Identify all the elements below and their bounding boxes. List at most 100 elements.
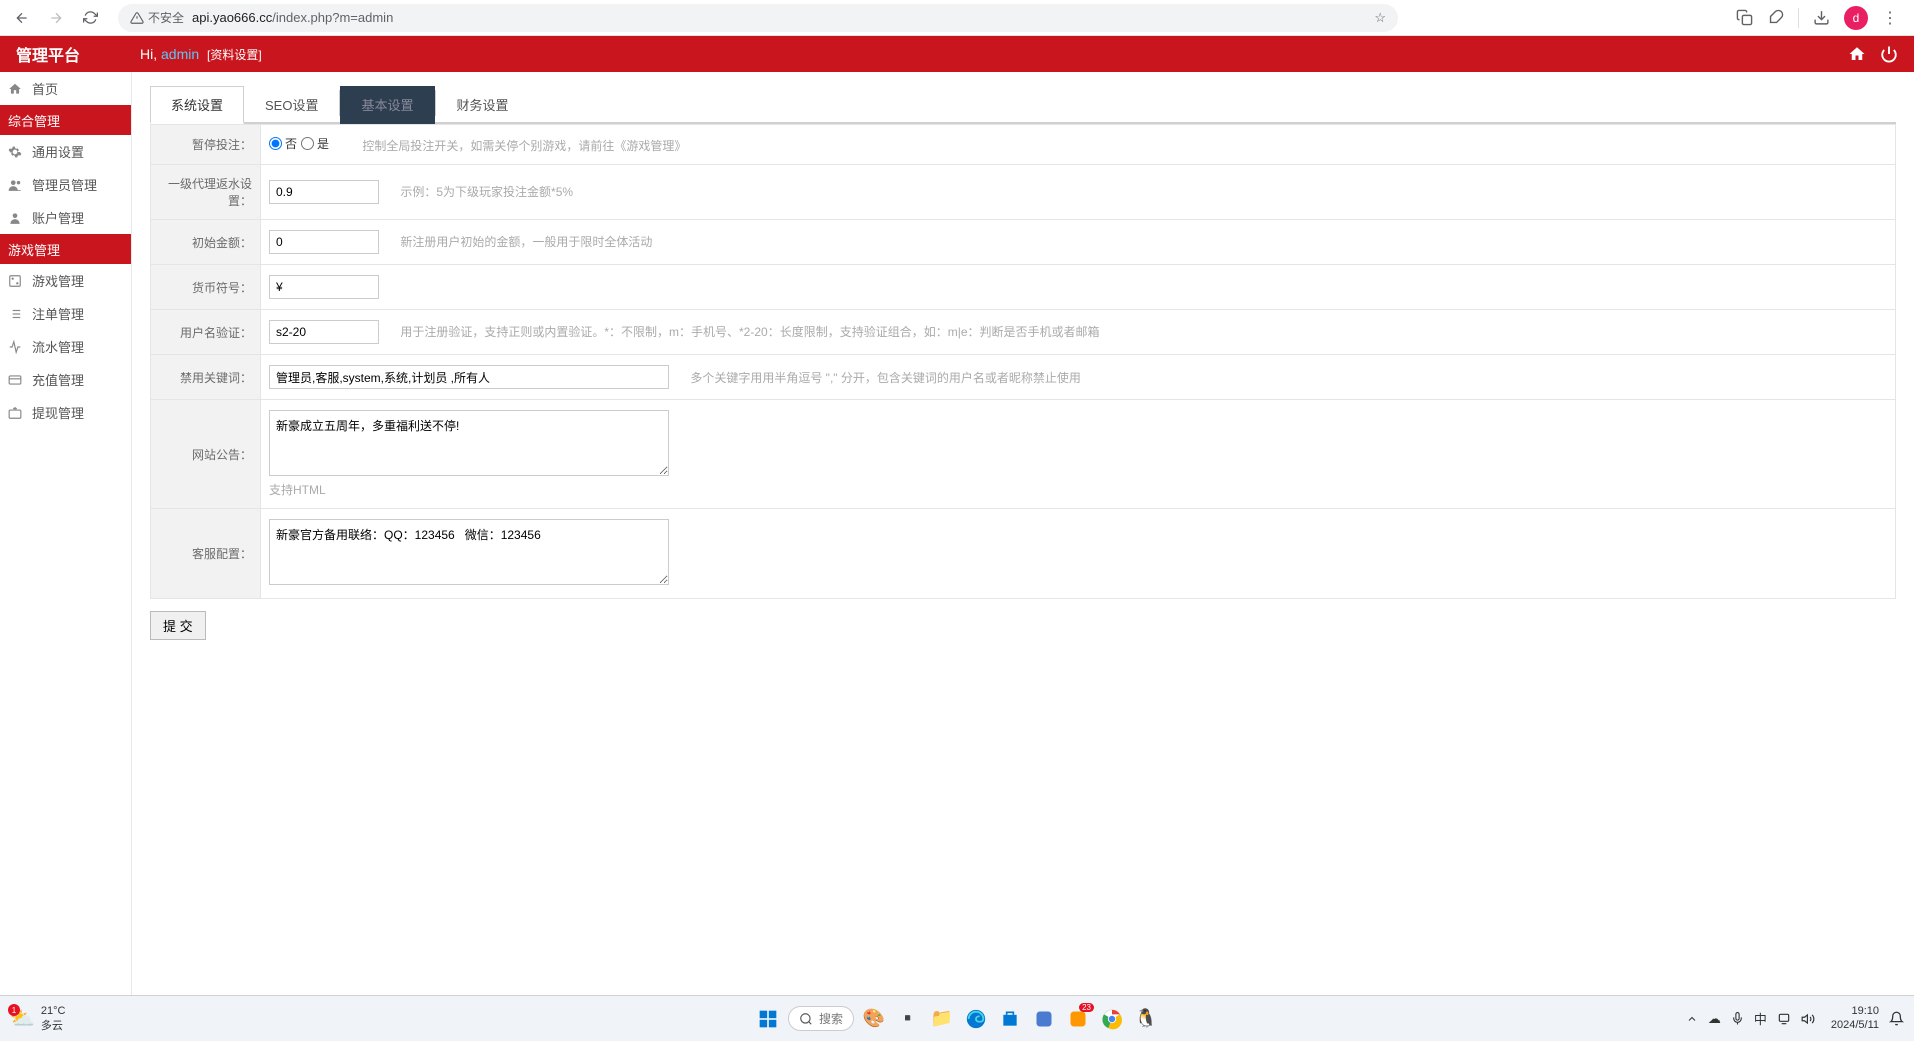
tray-cloud-icon[interactable]: ☁ [1708, 1011, 1721, 1027]
browser-toolbar: 不安全 api.yao666.cc/index.php?m=admin ☆ d … [0, 0, 1914, 36]
sidebar: 首页 综合管理 通用设置 管理员管理 账户管理 游戏管理 [0, 72, 132, 995]
tab-basic-settings[interactable]: 基本设置 [340, 86, 434, 124]
initial-hint: 新注册用户初始的金额，一般用于限时全体活动 [400, 235, 652, 249]
sidebar-item-label: 注单管理 [32, 304, 84, 323]
task-icon-app2[interactable]: 23 [1064, 1005, 1092, 1033]
task-icon-chrome[interactable] [1098, 1005, 1126, 1033]
sidebar-item-game-mgmt[interactable]: 游戏管理 [0, 264, 131, 297]
username-label: 用户名验证： [151, 310, 261, 355]
settings-form: 暂停投注： 否 是 控制全局投注开关，如需关停个别游戏，请前往《游戏管理》 一级… [150, 124, 1896, 599]
url-text: api.yao666.cc/index.php?m=admin [192, 10, 393, 25]
initial-label: 初始金额： [151, 220, 261, 265]
username-validation-input[interactable] [269, 320, 379, 344]
windows-taskbar: ⛅ 21°C 多云 搜索 🎨 ▪️ 📁 23 [0, 995, 1914, 1041]
initial-input[interactable] [269, 230, 379, 254]
tray-chevron-icon[interactable] [1686, 1013, 1698, 1025]
dice-icon [8, 274, 24, 288]
sidebar-item-withdraw-mgmt[interactable]: 提现管理 [0, 396, 131, 429]
power-icon[interactable] [1880, 45, 1898, 63]
sidebar-item-account-mgmt[interactable]: 账户管理 [0, 201, 131, 234]
extensions-icon[interactable] [1767, 9, 1784, 26]
tray-mic-icon[interactable] [1731, 1012, 1744, 1025]
notice-textarea[interactable] [269, 410, 669, 476]
forward-button[interactable] [42, 4, 70, 32]
profile-avatar[interactable]: d [1844, 6, 1868, 30]
weather-widget[interactable]: ⛅ 21°C 多云 [10, 1005, 65, 1033]
currency-input[interactable] [269, 275, 379, 299]
rebate-input[interactable] [269, 180, 379, 204]
gear-icon [8, 145, 24, 159]
taskbar-search[interactable]: 搜索 [788, 1006, 854, 1031]
download-icon[interactable] [1813, 9, 1830, 26]
banned-hint: 多个关键字用用半角逗号 "," 分开，包含关键词的用户名或者昵称禁止使用 [690, 371, 1081, 385]
task-icon-explorer[interactable]: 📁 [928, 1005, 956, 1033]
task-icon-edge[interactable] [962, 1005, 990, 1033]
withdraw-icon [8, 406, 24, 420]
rebate-hint: 示例：5为下级玩家投注金额*5% [400, 185, 573, 199]
username-hint: 用于注册验证，支持正则或内置验证。*：不限制，m：手机号、*2-20：长度限制，… [400, 325, 1099, 339]
task-icon-store[interactable] [996, 1005, 1024, 1033]
service-label: 客服配置： [151, 509, 261, 599]
person-icon [8, 211, 24, 225]
tab-system-settings[interactable]: 系统设置 [150, 86, 244, 124]
task-icon-terminal[interactable]: ▪️ [894, 1005, 922, 1033]
copy-icon[interactable] [1736, 9, 1753, 26]
sidebar-item-flow-mgmt[interactable]: 流水管理 [0, 330, 131, 363]
user-icon [8, 178, 24, 192]
pause-radio-no[interactable]: 否 [269, 135, 297, 152]
app-title: 管理平台 [16, 42, 80, 66]
currency-label: 货币符号： [151, 265, 261, 310]
pause-label: 暂停投注： [151, 125, 261, 165]
sidebar-item-label: 账户管理 [32, 208, 84, 227]
greeting: Hi, admin [资料设置] [140, 46, 262, 63]
sidebar-item-label: 提现管理 [32, 403, 84, 422]
tab-bar: 系统设置 SEO设置 基本设置 财务设置 [150, 84, 1896, 124]
star-icon[interactable]: ☆ [1374, 10, 1386, 26]
sidebar-item-recharge-mgmt[interactable]: 充值管理 [0, 363, 131, 396]
submit-button[interactable]: 提 交 [150, 611, 206, 640]
menu-icon[interactable]: ⋮ [1882, 8, 1898, 28]
content-area: 系统设置 SEO设置 基本设置 财务设置 暂停投注： 否 是 控制全局投注开关，… [132, 72, 1914, 995]
sidebar-item-bet-mgmt[interactable]: 注单管理 [0, 297, 131, 330]
banned-label: 禁用关键词： [151, 355, 261, 400]
sidebar-item-label: 管理员管理 [32, 175, 97, 194]
banned-keywords-input[interactable] [269, 365, 669, 389]
tray-volume-icon[interactable] [1801, 1012, 1815, 1026]
tray-network-icon[interactable] [1777, 1012, 1791, 1026]
task-icon-colorful[interactable]: 🎨 [860, 1005, 888, 1033]
home-icon[interactable] [1848, 45, 1866, 63]
tray-notification-icon[interactable] [1889, 1011, 1904, 1026]
sidebar-item-label: 流水管理 [32, 337, 84, 356]
task-icon-qq[interactable]: 🐧 [1132, 1005, 1160, 1033]
reload-button[interactable] [76, 4, 104, 32]
notice-hint: 支持HTML [269, 481, 1887, 498]
task-icon-app1[interactable] [1030, 1005, 1058, 1033]
start-button[interactable] [754, 1005, 782, 1033]
sidebar-section-game: 游戏管理 [0, 234, 131, 264]
weather-desc: 多云 [41, 1017, 66, 1033]
clock[interactable]: 19:10 2024/5/11 [1831, 1005, 1879, 1031]
back-button[interactable] [8, 4, 36, 32]
insecure-label: 不安全 [148, 9, 184, 26]
home-icon [8, 82, 24, 96]
weather-icon: ⛅ [10, 1006, 35, 1031]
app-header: 管理平台 Hi, admin [资料设置] [0, 36, 1914, 72]
card-icon [8, 373, 24, 387]
sidebar-item-label: 首页 [32, 79, 58, 98]
sidebar-section-general: 综合管理 [0, 105, 131, 135]
address-bar[interactable]: 不安全 api.yao666.cc/index.php?m=admin ☆ [118, 4, 1398, 32]
sidebar-item-home[interactable]: 首页 [0, 72, 131, 105]
list-icon [8, 307, 24, 321]
sidebar-item-label: 通用设置 [32, 142, 84, 161]
pause-hint: 控制全局投注开关，如需关停个别游戏，请前往《游戏管理》 [362, 139, 686, 153]
tab-seo-settings[interactable]: SEO设置 [244, 86, 339, 124]
sidebar-item-label: 充值管理 [32, 370, 84, 389]
tab-finance-settings[interactable]: 财务设置 [436, 86, 530, 124]
sidebar-item-general-settings[interactable]: 通用设置 [0, 135, 131, 168]
pause-radio-yes[interactable]: 是 [301, 135, 329, 152]
pause-radio-group: 否 是 [269, 135, 329, 152]
service-textarea[interactable] [269, 519, 669, 585]
temperature: 21°C [41, 1005, 66, 1017]
tray-ime-icon[interactable]: 中 [1754, 1009, 1767, 1028]
sidebar-item-admin-mgmt[interactable]: 管理员管理 [0, 168, 131, 201]
